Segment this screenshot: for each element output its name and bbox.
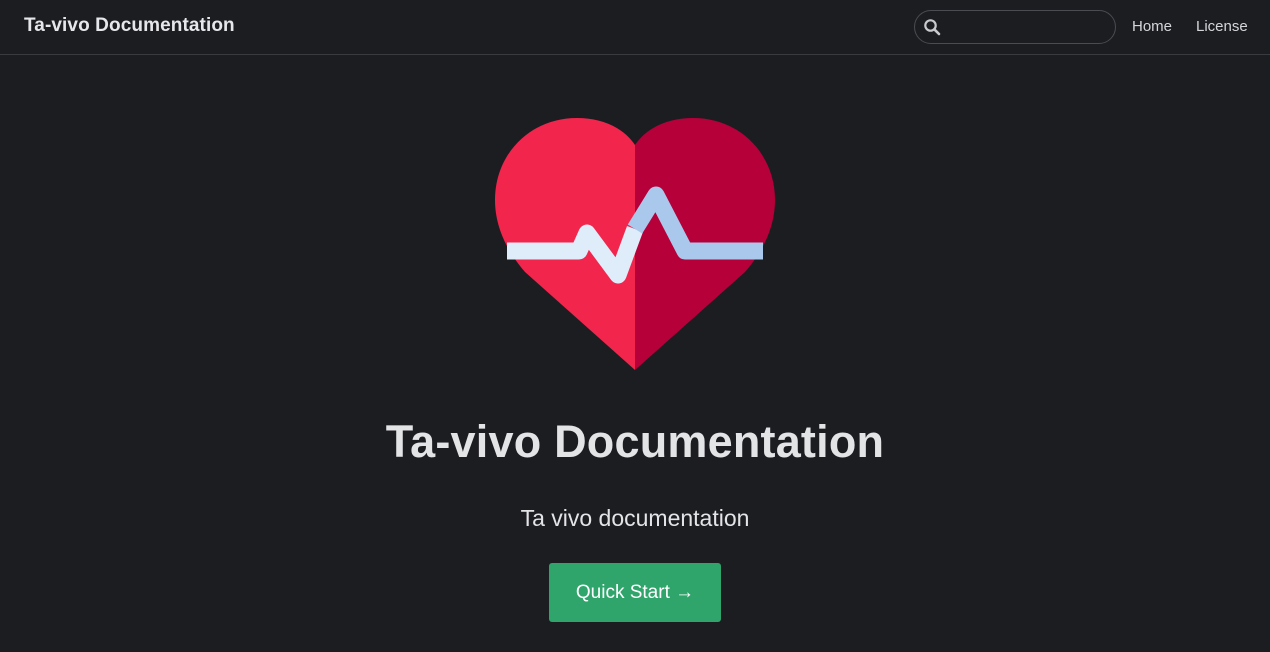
hero-subtitle: Ta vivo documentation <box>520 505 750 531</box>
search-box[interactable] <box>914 10 1116 44</box>
search-icon <box>924 19 941 36</box>
nav-link-home[interactable]: Home <box>1132 18 1172 35</box>
site-brand-link[interactable]: Ta-vivo Documentation <box>24 15 235 37</box>
search-input[interactable] <box>947 15 1111 41</box>
hero-title: Ta-vivo Documentation <box>385 416 885 467</box>
heart-pulse-icon <box>495 118 775 370</box>
top-navbar: Ta-vivo Documentation Home License <box>0 0 1270 55</box>
nav-link-license[interactable]: License <box>1196 18 1248 35</box>
quick-start-button[interactable]: Quick Start → <box>549 563 721 622</box>
